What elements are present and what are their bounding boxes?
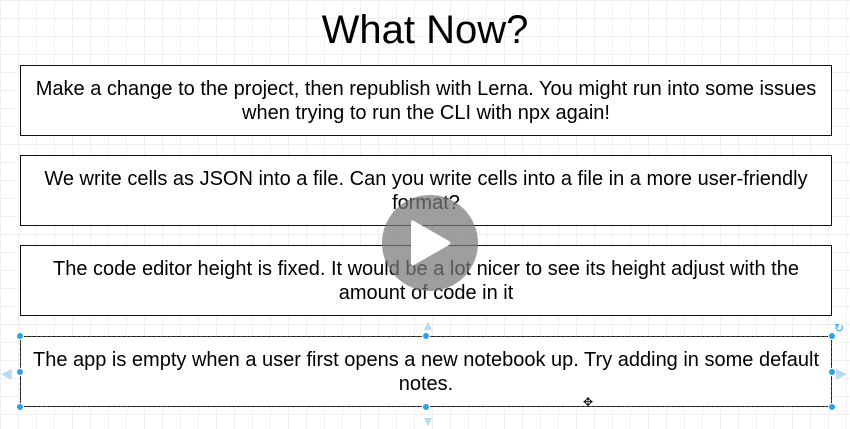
resize-handle-top[interactable] [422,332,430,340]
play-icon [411,220,451,266]
resize-handle-bottom-right[interactable] [828,403,836,411]
rotate-handle-icon[interactable]: ↻ [834,322,844,334]
resize-handle-left[interactable] [16,368,24,376]
drag-right-arrow-icon[interactable]: ▶ [836,366,847,380]
resize-handle-right[interactable] [828,368,836,376]
idea-card-republish[interactable]: Make a change to the project, then repub… [20,65,832,136]
resize-handle-top-left[interactable] [16,332,24,340]
resize-handle-bottom[interactable] [422,403,430,411]
move-cursor-icon: ✥ [583,395,594,409]
resize-handle-bottom-left[interactable] [16,403,24,411]
drag-down-arrow-icon[interactable]: ▼ [421,414,435,428]
idea-card-text: The app is empty when a user first opens… [32,348,819,395]
slide-title: What Now? [321,8,529,52]
drag-left-arrow-icon[interactable]: ◀ [1,366,12,380]
play-button[interactable] [382,195,478,291]
idea-card-text: Make a change to the project, then repub… [35,77,817,124]
idea-card-default-notes[interactable]: The app is empty when a user first opens… [20,336,832,407]
drag-up-arrow-icon[interactable]: ▲ [421,318,435,332]
